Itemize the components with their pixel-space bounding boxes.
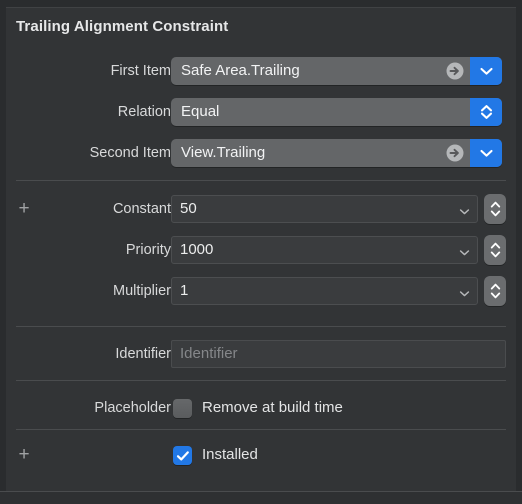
row-second-item: Second Item View.Trailing xyxy=(6,138,516,168)
priority-stepper[interactable] xyxy=(484,235,506,265)
second-item-value: View.Trailing xyxy=(181,144,266,161)
separator-3 xyxy=(16,380,506,381)
multiplier-label: Multiplier xyxy=(112,283,171,299)
window-top-strip xyxy=(0,0,522,7)
multiplier-combo-field[interactable]: 1 xyxy=(171,277,478,305)
panel-right-edge xyxy=(516,7,522,504)
row-placeholder: Placeholder Remove at build time xyxy=(6,393,516,423)
row-multiplier: Multiplier 1 xyxy=(6,276,516,306)
priority-combo-field[interactable]: 1000 xyxy=(171,236,478,264)
relation-label: Relation xyxy=(117,104,171,120)
chevron-down-icon xyxy=(479,149,493,157)
stepper-icon xyxy=(490,283,500,299)
first-item-label: First Item xyxy=(110,63,171,79)
separator-4 xyxy=(16,429,506,430)
constant-label: Constant xyxy=(112,201,171,217)
identifier-placeholder: Identifier xyxy=(180,345,238,362)
first-item-value: Safe Area.Trailing xyxy=(181,62,300,79)
page-title: Trailing Alignment Constraint xyxy=(16,18,229,35)
plus-icon[interactable]: + xyxy=(13,194,35,224)
row-constant: + Constant 50 xyxy=(6,194,516,224)
stepper-icon xyxy=(490,201,500,217)
panel-content: Trailing Alignment Constraint First Item… xyxy=(6,8,516,491)
installed-checkbox[interactable] xyxy=(173,446,192,465)
row-identifier: Identifier Identifier xyxy=(6,339,516,369)
identifier-label: Identifier xyxy=(115,346,171,362)
relation-menu-button[interactable] xyxy=(470,98,502,126)
row-priority: Priority 1000 xyxy=(6,235,516,265)
checkmark-icon xyxy=(176,450,189,460)
second-item-label: Second Item xyxy=(89,145,171,161)
relation-popup-button[interactable]: Equal xyxy=(171,98,502,126)
priority-value: 1000 xyxy=(180,241,214,258)
window-bottom-strip xyxy=(0,492,522,504)
second-item-menu-button[interactable] xyxy=(470,139,502,167)
separator-1 xyxy=(16,180,506,181)
constant-combo-field[interactable]: 50 xyxy=(171,195,478,223)
row-installed: + Installed xyxy=(6,440,516,470)
relation-value: Equal xyxy=(181,103,220,120)
chevron-down-icon[interactable] xyxy=(459,204,470,215)
constraint-inspector-panel: Trailing Alignment Constraint First Item… xyxy=(0,0,522,504)
first-item-popup-button[interactable]: Safe Area.Trailing xyxy=(171,57,502,85)
chevron-down-icon xyxy=(479,67,493,75)
constant-stepper[interactable] xyxy=(484,194,506,224)
constant-value: 50 xyxy=(180,200,197,217)
multiplier-value: 1 xyxy=(180,282,189,299)
second-item-popup-button[interactable]: View.Trailing xyxy=(171,139,502,167)
chevron-up-down-icon xyxy=(480,105,492,119)
row-relation: Relation Equal xyxy=(6,97,516,127)
multiplier-stepper[interactable] xyxy=(484,276,506,306)
chevron-down-icon[interactable] xyxy=(459,286,470,297)
arrow-right-circle-icon[interactable] xyxy=(446,144,464,162)
arrow-right-circle-icon[interactable] xyxy=(446,62,464,80)
remove-at-build-time-checkbox[interactable] xyxy=(173,399,192,418)
row-first-item: First Item Safe Area.Trailing xyxy=(6,56,516,86)
remove-at-build-time-label: Remove at build time xyxy=(202,399,343,416)
plus-icon[interactable]: + xyxy=(13,440,35,470)
identifier-input[interactable]: Identifier xyxy=(171,340,506,368)
first-item-menu-button[interactable] xyxy=(470,57,502,85)
installed-label: Installed xyxy=(202,446,258,463)
priority-label: Priority xyxy=(125,242,171,258)
stepper-icon xyxy=(490,242,500,258)
chevron-down-icon[interactable] xyxy=(459,245,470,256)
placeholder-label: Placeholder xyxy=(94,400,171,416)
separator-2 xyxy=(16,326,506,327)
